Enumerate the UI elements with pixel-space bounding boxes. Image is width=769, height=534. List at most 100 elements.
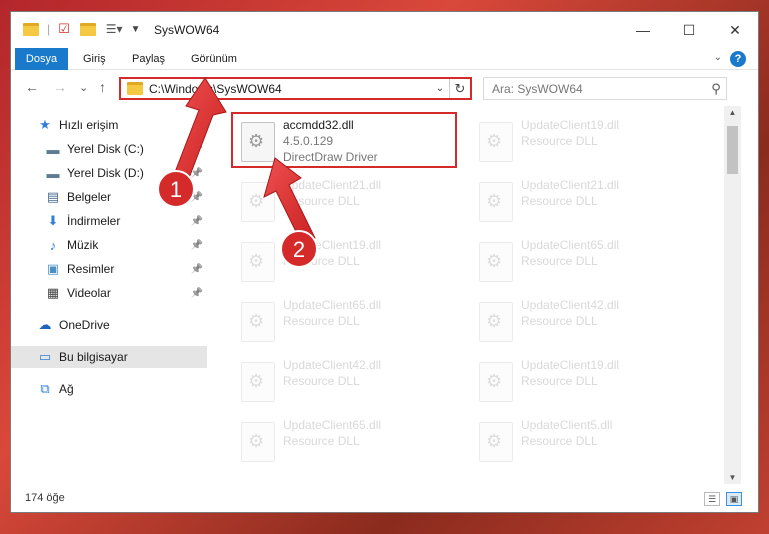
cloud-icon: ☁: [38, 317, 52, 332]
search-input[interactable]: [484, 81, 706, 96]
minimize-button[interactable]: —: [620, 12, 666, 48]
folder-icon: [127, 82, 143, 95]
file-description: Resource DLL: [521, 134, 598, 148]
network-icon: ⧉: [40, 381, 50, 396]
back-button[interactable]: ←: [25, 79, 39, 95]
ribbon: Dosya Giriş Paylaş Görünüm ⌄ ?: [11, 48, 758, 70]
file-tile-accmdd32[interactable]: accmdd32.dll 4.5.0.129 DirectDraw Driver: [231, 112, 466, 168]
file-tile[interactable]: UpdateClient65.dll Resource DLL: [469, 232, 704, 288]
file-tile[interactable]: UpdateClient42.dll Resource DLL: [231, 352, 466, 408]
new-folder-icon[interactable]: [79, 22, 96, 36]
details-view-icon[interactable]: ☰: [704, 492, 720, 506]
picture-icon: ▣: [46, 261, 60, 276]
file-name: accmdd32.dll: [283, 118, 354, 132]
sidebar-item[interactable]: ★ Hızlı erişim: [11, 114, 207, 136]
file-tile[interactable]: UpdateClient19.dll Resource DLL: [469, 112, 704, 168]
file-tile[interactable]: UpdateClient65.dll Resource DLL: [231, 412, 466, 468]
pin-icon[interactable]: 📌: [191, 264, 203, 275]
sidebar-item[interactable]: ▣ Resimler 📌: [11, 258, 207, 280]
status-bar: 174 öğe ☰ ▣: [11, 484, 758, 512]
scroll-down-icon[interactable]: ▼: [724, 473, 741, 482]
maximize-button[interactable]: ☐: [666, 12, 712, 48]
close-button[interactable]: ✕: [712, 12, 758, 48]
sidebar-item[interactable]: ▬ Yerel Disk (D:) 📌: [11, 162, 207, 184]
title-bar: | ☑ ☰▾ ▼ SysWOW64 — ☐ ✕: [11, 12, 758, 48]
pin-icon[interactable]: 📌: [191, 168, 203, 179]
drive-icon: ▬: [46, 141, 60, 157]
recent-locations-button[interactable]: ⌄: [79, 81, 88, 94]
search-icon[interactable]: ⚲: [706, 81, 726, 97]
file-tile[interactable]: UpdateClient42.dll Resource DLL: [469, 292, 704, 348]
dll-file-icon: [241, 242, 275, 282]
file-name: UpdateClient65.dll: [283, 418, 382, 432]
pin-icon[interactable]: 📌: [191, 192, 203, 203]
dll-file-icon: [241, 122, 275, 162]
sidebar-item[interactable]: ▬ Yerel Disk (C:) 📌: [11, 138, 207, 160]
dll-file-icon: [479, 362, 513, 402]
file-description: Resource DLL: [521, 374, 598, 388]
sidebar-item[interactable]: ▭ Bu bilgisayar: [11, 346, 207, 368]
explorer-window: | ☑ ☰▾ ▼ SysWOW64 — ☐ ✕ Dosya Giriş Payl…: [10, 11, 759, 513]
dll-file-icon: [241, 422, 275, 462]
window-title: SysWOW64: [154, 23, 220, 37]
file-tile[interactable]: UpdateClient21.dll Resource DLL: [469, 172, 704, 228]
dll-file-icon: [479, 422, 513, 462]
view-switcher: ☰ ▣: [704, 492, 742, 506]
video-icon: ▦: [46, 285, 60, 300]
sidebar-item[interactable]: ♪ Müzik 📌: [11, 234, 207, 256]
file-tile[interactable]: UpdateClient65.dll Resource DLL: [231, 292, 466, 348]
pin-icon[interactable]: 📌: [191, 216, 203, 227]
sidebar-item[interactable]: ▤ Belgeler 📌: [11, 186, 207, 208]
sidebar-item[interactable]: ▦ Videolar 📌: [11, 282, 207, 304]
address-dropdown-icon[interactable]: ⌄: [431, 83, 449, 94]
file-name: UpdateClient65.dll: [521, 238, 620, 252]
customize-toolbar-icon[interactable]: ☰▾: [106, 22, 123, 36]
sidebar-item[interactable]: ☁ OneDrive: [11, 314, 207, 336]
sidebar-item-label: Videolar: [67, 286, 111, 300]
tab-gorunum[interactable]: Görünüm: [191, 48, 237, 70]
document-icon: ▤: [46, 189, 60, 204]
help-icon[interactable]: ?: [730, 51, 746, 67]
folder-icon[interactable]: [23, 22, 39, 36]
forward-button[interactable]: →: [53, 79, 67, 95]
dll-file-icon: [241, 182, 275, 222]
file-description: Resource DLL: [283, 314, 360, 328]
file-tile[interactable]: UpdateClient5.dll Resource DLL: [469, 412, 704, 468]
pin-icon[interactable]: 📌: [191, 144, 203, 155]
tab-dosya[interactable]: Dosya: [15, 48, 68, 70]
sidebar-item-label: Yerel Disk (D:): [67, 166, 144, 180]
search-box[interactable]: ⚲: [483, 77, 727, 100]
tab-paylas[interactable]: Paylaş: [132, 48, 165, 70]
pin-icon[interactable]: 📌: [191, 288, 203, 299]
pin-icon[interactable]: 📌: [191, 240, 203, 251]
file-tile[interactable]: UpdateClient19.dll Resource DLL: [231, 232, 466, 288]
file-description: Resource DLL: [521, 194, 598, 208]
sidebar-item[interactable]: ⧉ Ağ: [11, 378, 207, 400]
scroll-thumb[interactable]: [727, 126, 738, 174]
file-version: 4.5.0.129: [283, 134, 334, 148]
ribbon-expand-icon[interactable]: ⌄: [714, 52, 722, 63]
address-path[interactable]: C:\Windows\SysWOW64: [149, 82, 431, 96]
large-icons-view-icon[interactable]: ▣: [726, 492, 742, 506]
scroll-up-icon[interactable]: ▲: [724, 108, 741, 117]
computer-icon: ▭: [38, 349, 52, 364]
file-name: UpdateClient5.dll: [521, 418, 613, 432]
file-tile[interactable]: UpdateClient19.dll Resource DLL: [469, 352, 704, 408]
vertical-scrollbar[interactable]: ▲ ▼: [724, 106, 741, 484]
up-button[interactable]: ↑: [99, 79, 106, 95]
file-name: UpdateClient21.dll: [283, 178, 382, 192]
dropdown-arrow-icon[interactable]: ▼: [131, 24, 141, 35]
address-bar[interactable]: C:\Windows\SysWOW64 ⌄ ↻: [119, 77, 472, 100]
file-tile[interactable]: UpdateClient21.dll Resource DLL: [231, 172, 466, 228]
file-name: UpdateClient19.dll: [521, 358, 620, 372]
properties-check-icon[interactable]: ☑: [58, 21, 70, 37]
sidebar-item[interactable]: ⬇ İndirmeler 📌: [11, 210, 207, 232]
dll-file-icon: [479, 182, 513, 222]
tab-giris[interactable]: Giriş: [83, 48, 106, 70]
refresh-icon[interactable]: ↻: [450, 81, 470, 97]
file-name: UpdateClient19.dll: [521, 118, 620, 132]
dll-file-icon: [479, 242, 513, 282]
sidebar-item-label: Belgeler: [67, 190, 112, 204]
file-name: UpdateClient21.dll: [521, 178, 620, 192]
download-icon: ⬇: [47, 213, 59, 228]
